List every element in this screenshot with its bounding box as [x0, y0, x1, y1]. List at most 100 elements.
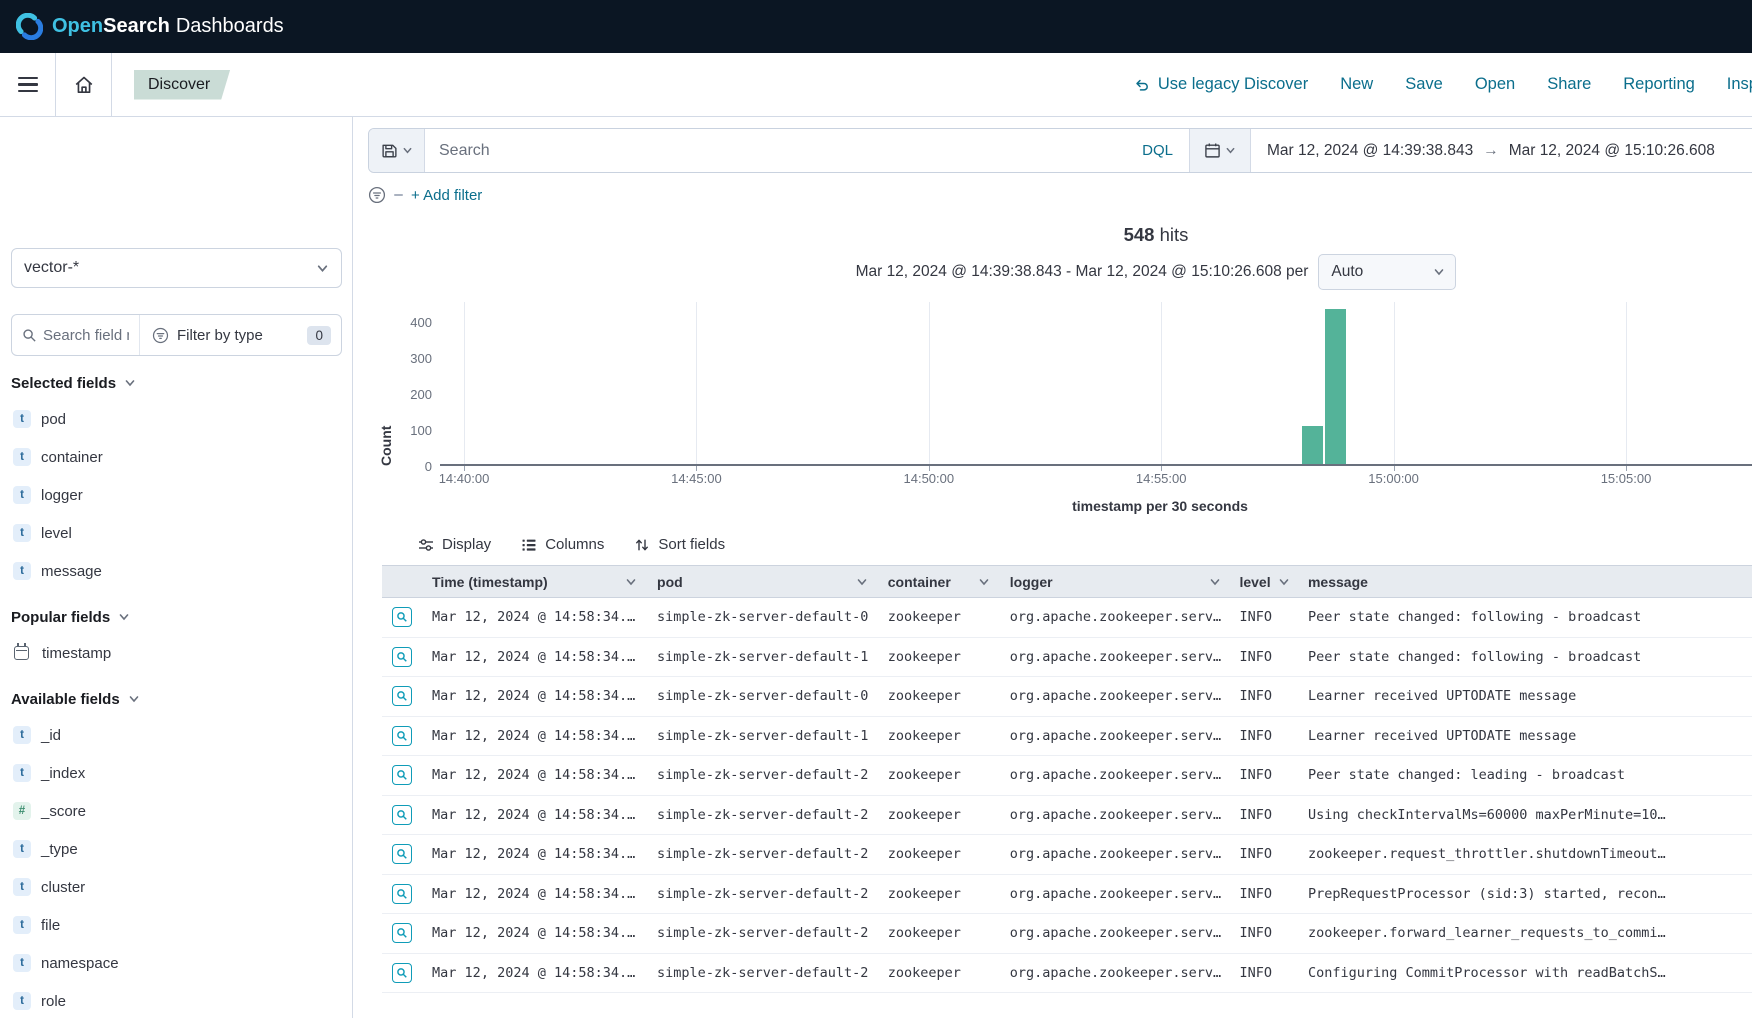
sort-chevron-icon[interactable]	[856, 576, 868, 588]
expand-document-button[interactable]	[392, 726, 412, 746]
table-row: Mar 12, 2024 @ 14:58:34.… simple-zk-serv…	[382, 875, 1752, 915]
sort-chevron-icon[interactable]	[978, 576, 990, 588]
expand-document-button[interactable]	[392, 647, 412, 667]
column-header-pod[interactable]: pod	[647, 574, 878, 590]
field-item[interactable]: t logger	[11, 476, 342, 514]
chevron-down-icon	[316, 262, 329, 275]
sort-chevron-icon[interactable]	[1209, 576, 1221, 588]
reporting-link[interactable]: Reporting	[1623, 75, 1695, 94]
cell-time: Mar 12, 2024 @ 14:58:34.…	[422, 925, 647, 941]
interval-select[interactable]: Auto	[1318, 254, 1456, 290]
date-range-end[interactable]: Mar 12, 2024 @ 15:10:26.608	[1509, 142, 1715, 160]
menu-button[interactable]	[0, 53, 56, 116]
date-range-start[interactable]: Mar 12, 2024 @ 14:39:38.843	[1267, 142, 1473, 160]
cell-container: zookeeper	[878, 767, 1000, 783]
undo-icon	[1134, 77, 1150, 93]
logo-text-dashboards: Dashboards	[176, 15, 284, 38]
save-link[interactable]: Save	[1405, 75, 1443, 94]
cell-message: Learner received UPTODATE message	[1298, 728, 1752, 744]
y-tick-label: 200	[410, 387, 432, 402]
expand-document-button[interactable]	[392, 805, 412, 825]
x-axis-labels: 14:40:0014:45:0014:50:0014:55:0015:00:00…	[440, 466, 1752, 490]
field-item[interactable]: t file	[11, 906, 342, 944]
expand-document-button[interactable]	[392, 844, 412, 864]
field-item[interactable]: timestamp	[11, 634, 342, 672]
expand-document-button[interactable]	[392, 923, 412, 943]
expand-document-button[interactable]	[392, 686, 412, 706]
filter-by-type-button[interactable]: Filter by type 0	[139, 315, 341, 355]
expand-document-button[interactable]	[392, 607, 412, 627]
column-header-logger[interactable]: logger	[1000, 574, 1232, 590]
new-link[interactable]: New	[1340, 75, 1373, 94]
histogram-bar[interactable]	[1325, 309, 1346, 464]
column-header-level[interactable]: level	[1231, 574, 1298, 590]
field-item[interactable]: # _score	[11, 792, 342, 830]
section-popular-fields[interactable]: Popular fields	[11, 600, 130, 634]
cell-container: zookeeper	[878, 886, 1000, 902]
query-input[interactable]	[425, 142, 1126, 160]
sort-chevron-icon[interactable]	[1278, 576, 1290, 588]
sort-chevron-icon[interactable]	[625, 576, 637, 588]
table-row: Mar 12, 2024 @ 14:58:34.… simple-zk-serv…	[382, 796, 1752, 836]
open-link[interactable]: Open	[1475, 75, 1515, 94]
field-item[interactable]: t level	[11, 514, 342, 552]
field-search-input[interactable]	[43, 327, 129, 344]
field-item[interactable]: t message	[11, 552, 342, 590]
field-item[interactable]: t role	[11, 982, 342, 1018]
breadcrumb-discover[interactable]: Discover	[134, 70, 230, 100]
expand-document-button[interactable]	[392, 884, 412, 904]
gridline	[1161, 302, 1162, 464]
sidebar: vector-* Filter by type 0 Selected field…	[0, 117, 353, 1018]
column-header-time[interactable]: Time (timestamp)	[422, 574, 647, 590]
y-tick-label: 400	[410, 315, 432, 330]
column-header-container[interactable]: container	[878, 574, 1000, 590]
table-row: Mar 12, 2024 @ 14:58:34.… simple-zk-serv…	[382, 717, 1752, 757]
section-selected-fields[interactable]: Selected fields	[11, 366, 136, 400]
app: Open Search Dashboards Discover Use legacy…	[0, 0, 1752, 1018]
field-item[interactable]: t cluster	[11, 868, 342, 906]
field-item[interactable]: t _type	[11, 830, 342, 868]
display-button[interactable]: Display	[418, 536, 491, 553]
selected-fields-section: Selected fields t pod t container	[11, 366, 342, 590]
share-link[interactable]: Share	[1547, 75, 1591, 94]
expand-document-button[interactable]	[392, 765, 412, 785]
home-button[interactable]	[56, 53, 112, 116]
x-tick-label: 14:40:00	[439, 471, 490, 486]
opensearch-logo[interactable]: OpenSearchDashboards	[16, 13, 284, 40]
date-range-picker[interactable]: Mar 12, 2024 @ 14:39:38.843 → Mar 12, 20…	[1251, 129, 1752, 172]
sort-fields-button[interactable]: Sort fields	[634, 536, 725, 553]
field-item[interactable]: t pod	[11, 400, 342, 438]
column-header-message[interactable]: message	[1298, 574, 1752, 590]
cell-pod: simple-zk-server-default-2	[647, 925, 878, 941]
section-available-fields[interactable]: Available fields	[11, 682, 140, 716]
field-item[interactable]: t _index	[11, 754, 342, 792]
field-type-icon	[14, 646, 29, 660]
cell-time: Mar 12, 2024 @ 14:58:34.…	[422, 807, 647, 823]
main: DQL Mar 12, 2024 @ 14:39:38.843 → Mar 12…	[353, 117, 1752, 1018]
expand-document-button[interactable]	[392, 963, 412, 983]
field-item[interactable]: t _id	[11, 716, 342, 754]
cell-time: Mar 12, 2024 @ 14:58:34.…	[422, 965, 647, 981]
index-pattern-select[interactable]: vector-*	[11, 248, 342, 288]
gridline	[1394, 302, 1395, 464]
field-item[interactable]: t container	[11, 438, 342, 476]
use-legacy-discover-link[interactable]: Use legacy Discover	[1134, 75, 1308, 94]
cell-pod: simple-zk-server-default-1	[647, 649, 878, 665]
histogram-bar[interactable]	[1302, 426, 1323, 464]
add-filter-button[interactable]: + Add filter	[411, 187, 482, 204]
query-language-button[interactable]: DQL	[1126, 142, 1189, 159]
cell-container: zookeeper	[878, 925, 1000, 941]
filter-icon[interactable]	[368, 186, 386, 204]
field-name: level	[41, 525, 72, 542]
field-type-icon: t	[13, 916, 31, 934]
field-item[interactable]: t namespace	[11, 944, 342, 982]
cell-container: zookeeper	[878, 807, 1000, 823]
cell-logger: org.apache.zookeeper.serv…	[1000, 807, 1232, 823]
inspect-link[interactable]: Inspect	[1727, 75, 1752, 94]
columns-button[interactable]: Columns	[521, 536, 604, 553]
logo-text-search: Search	[103, 15, 170, 38]
cell-logger: org.apache.zookeeper.serv…	[1000, 846, 1232, 862]
saved-query-button[interactable]	[369, 129, 425, 172]
opensearch-logo-mark	[16, 13, 43, 40]
date-quick-select-button[interactable]	[1189, 129, 1251, 172]
